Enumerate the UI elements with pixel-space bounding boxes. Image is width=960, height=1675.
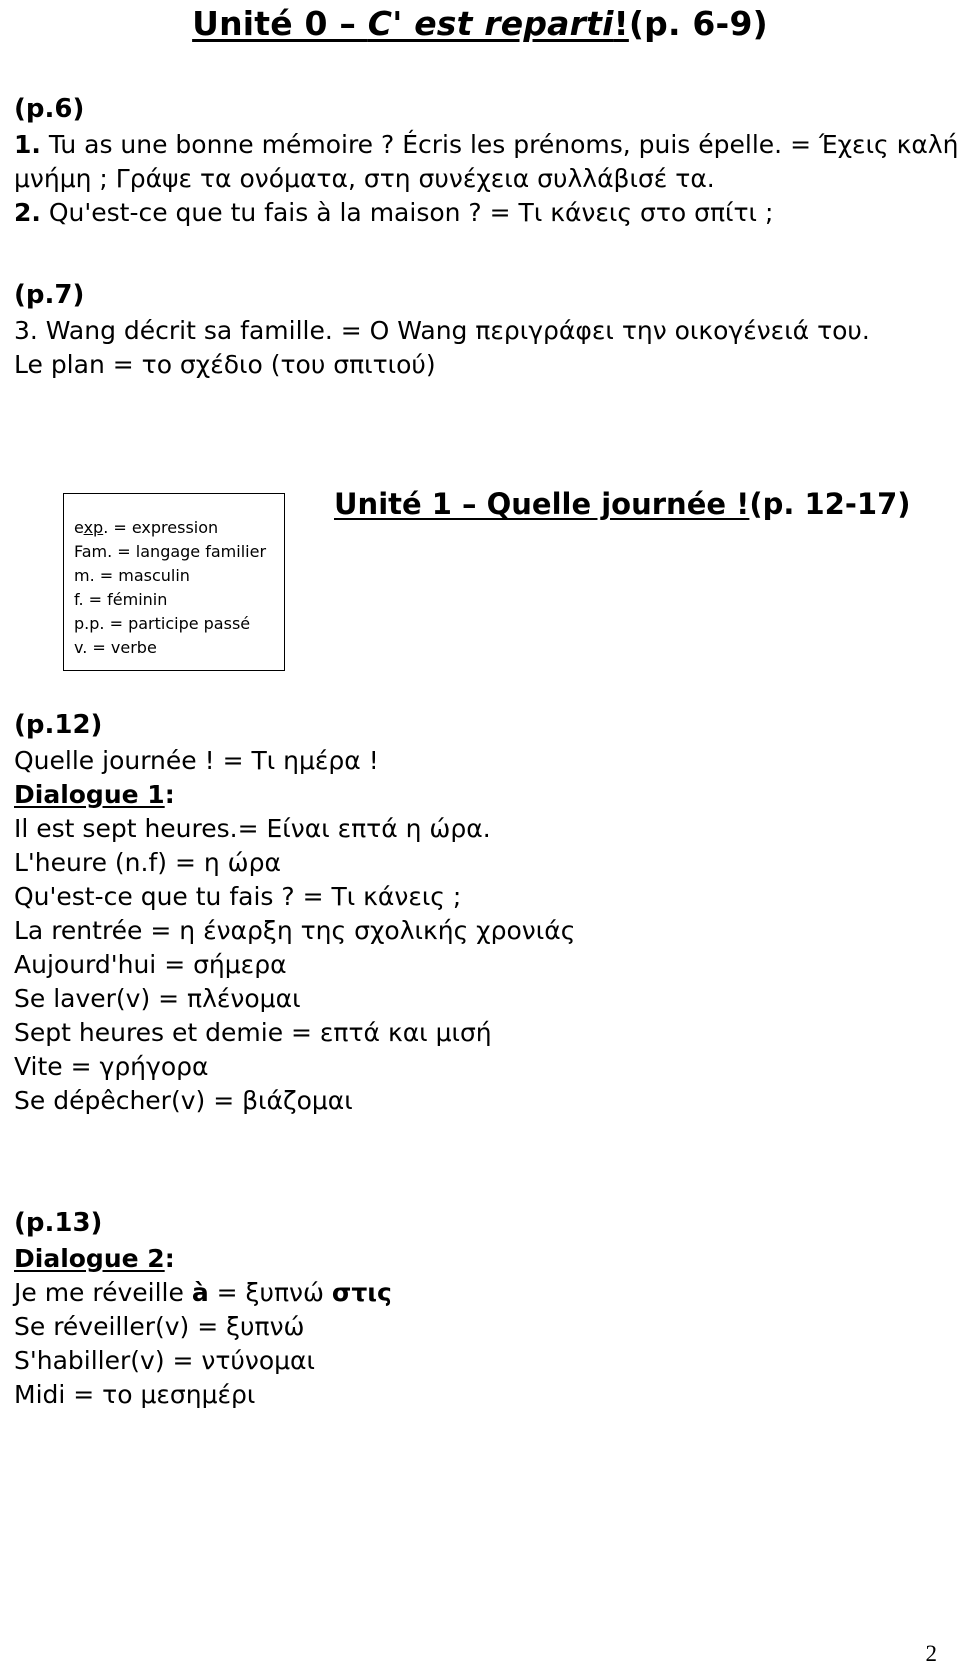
item-number: 1. — [14, 130, 41, 159]
vocab-entry: Se dépêcher(v) = βιάζομαι — [14, 1086, 353, 1115]
legend-item: m. = masculin — [74, 564, 284, 588]
page-title-pages: (p. 6-9) — [628, 4, 768, 43]
list-item: 2. Qu'est-ce que tu fais à la maison ? =… — [14, 196, 946, 230]
legend-abbr-pre: f. — [74, 590, 84, 609]
page-title-underlined-part: Unité 0 – C' est reparti — [192, 4, 614, 43]
section-label-p13: (p.13) — [14, 1208, 103, 1238]
legend-definition: = expression — [108, 518, 219, 537]
item-text: μνήμη ; Γράψε τα ονόματα, στη συνέχεια σ… — [14, 164, 715, 193]
section-p7: (p.7) 3. Wang décrit sa famille. = Ο Wan… — [14, 276, 946, 382]
unit-1-heading: Unité 1 – Quelle journée !(p. 12-17) — [334, 474, 911, 534]
section-p12: (p.12) Quelle journée ! = Τι ημέρα ! Dia… — [14, 706, 946, 1118]
vocab-entry: Aujourd'hui = σήμερα — [14, 950, 287, 979]
section-label-p12: (p.12) — [14, 710, 103, 740]
section-p6: (p.6) 1. Tu as une bonne mémoire ? Écris… — [14, 90, 959, 230]
legend-abbr-pre: p.p. — [74, 614, 105, 633]
dialogue-2-label: Dialogue 2: — [14, 1242, 946, 1276]
item-text: Le plan = το σχέδιο (του σπιτιού) — [14, 350, 436, 379]
page-number: 2 — [925, 1641, 938, 1666]
list-item: Le plan = το σχέδιο (του σπιτιού) — [14, 348, 946, 382]
vocab-entry: Se réveiller(v) = ξυπνώ — [14, 1312, 305, 1341]
legend-item: f. = féminin — [74, 588, 284, 612]
list-item: μνήμη ; Γράψε τα ονόματα, στη συνέχεια σ… — [14, 162, 946, 196]
section-p13: (p.13) Dialogue 2: Je me réveille à = ξυ… — [14, 1204, 946, 1412]
dialogue-1-colon: : — [164, 780, 175, 809]
legend-item: exp. = expression — [74, 516, 284, 540]
abbreviation-legend-box: exp. = expression Fam. = langage familie… — [63, 493, 285, 671]
page-title-exclamation: ! — [613, 4, 629, 43]
entry-pre: Je me réveille — [14, 1278, 192, 1307]
legend-definition: = verbe — [87, 638, 157, 657]
section-label-p7: (p.7) — [14, 280, 85, 310]
vocab-entry: L'heure (n.f) = η ώρα — [14, 848, 281, 877]
dialogue-2-label-text: Dialogue 2 — [14, 1244, 165, 1273]
entry-bold-a: à — [191, 1278, 209, 1307]
vocab-entry: Midi = το μεσημέρι — [14, 1380, 256, 1409]
dialogue-1-label: Dialogue 1: — [14, 778, 946, 812]
item-number: 2. — [14, 198, 41, 227]
dialogue-2-colon: : — [164, 1244, 175, 1273]
item-text: Tu as une bonne mémoire ? Écris les prén… — [40, 130, 959, 159]
section-intro-p12: Quelle journée ! = Τι ημέρα ! — [14, 746, 379, 775]
legend-abbr-pre: e — [74, 518, 84, 537]
vocab-entry: Qu'est-ce que tu fais ? = Τι κάνεις ; — [14, 882, 462, 911]
section-label-p6: (p.6) — [14, 94, 85, 124]
document-page: Unité 0 – C' est reparti!(p. 6-9) (p.6) … — [0, 2, 960, 1675]
list-item: 3. Wang décrit sa famille. = Ο Wang περι… — [14, 314, 946, 348]
unit-1-heading-underlined: Unité 1 – Quelle journée ! — [334, 487, 750, 521]
vocab-entry: Il est sept heures.= Είναι επτά η ώρα. — [14, 814, 491, 843]
item-text: Qu'est-ce que tu fais à la maison ? = Τι… — [40, 198, 774, 227]
vocab-entry: Se laver(v) = πλένομαι — [14, 984, 301, 1013]
legend-definition: = masculin — [94, 566, 190, 585]
legend-abbr-pre: m. — [74, 566, 95, 585]
vocab-entry: La rentrée = η έναρξη της σχολικής χρονι… — [14, 916, 576, 945]
legend-item: v. = verbe — [74, 636, 284, 660]
legend-abbr-underlined: xp — [83, 518, 104, 537]
entry-bold-end: στις — [331, 1278, 392, 1307]
legend-item: Fam. = langage familier — [74, 540, 284, 564]
vocab-entry: Vite = γρήγορα — [14, 1052, 209, 1081]
legend-item: p.p. = participe passé — [74, 612, 284, 636]
list-item: 1. Tu as une bonne mémoire ? Écris les p… — [14, 128, 959, 162]
legend-definition: = participe passé — [104, 614, 251, 633]
legend-abbr-pre: Fam. — [74, 542, 113, 561]
legend-abbr-pre: v. — [74, 638, 88, 657]
legend-definition: = langage familier — [112, 542, 267, 561]
unit-1-heading-pages: (p. 12-17) — [749, 487, 911, 521]
entry-mid: = ξυπνώ — [208, 1278, 332, 1307]
page-title: Unité 0 – C' est reparti!(p. 6-9) — [14, 2, 946, 46]
page-title-italic: C' est reparti — [367, 4, 614, 43]
vocab-entry: S'habiller(v) = ντύνομαι — [14, 1346, 316, 1375]
vocab-entry: Sept heures et demie = επτά και μισή — [14, 1018, 492, 1047]
vocab-entry: Je me réveille à = ξυπνώ στις — [14, 1276, 946, 1310]
page-title-prefix: Unité 0 – — [192, 4, 368, 43]
item-text: 3. Wang décrit sa famille. = Ο Wang περι… — [14, 316, 870, 345]
legend-definition: = féminin — [83, 590, 168, 609]
legend-and-unit-row: exp. = expression Fam. = langage familie… — [14, 474, 946, 671]
dialogue-1-label-text: Dialogue 1 — [14, 780, 165, 809]
